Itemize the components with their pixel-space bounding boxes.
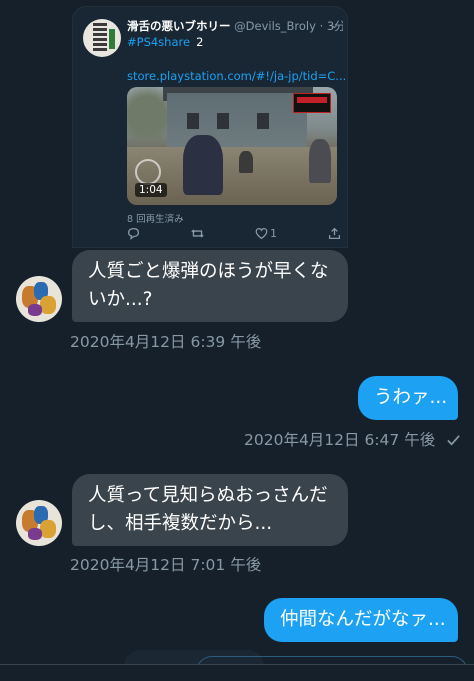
tweet-link[interactable]: store.playstation.com/#!/ja-jp/tid=C... [127, 69, 346, 83]
tweet-author-name[interactable]: 滑舌の悪いブホリー [127, 19, 231, 33]
reply-icon [127, 227, 140, 240]
avatar-artwork-accent [109, 29, 115, 49]
reply-button[interactable] [127, 227, 140, 240]
tweet-video-thumbnail[interactable]: 1:04 [127, 87, 337, 205]
like-button[interactable]: 1 [255, 227, 277, 240]
message-bubble-outgoing[interactable]: うわァ... [358, 376, 458, 420]
video-scene-window [187, 113, 199, 129]
tweet-text: #PS4share 2 [127, 35, 203, 49]
message-timestamp-row: 2020年4月12日 6:47 午後 [244, 428, 461, 451]
video-scene-hud [135, 159, 161, 185]
video-game-logo [293, 93, 331, 113]
tweet-hashtag-suffix: 2 [196, 35, 204, 49]
tweet-author-handle: @Devils_Broly [234, 19, 316, 33]
message-timestamp: 2020年4月12日 6:39 午後 [70, 333, 262, 351]
video-scene-window [257, 113, 269, 129]
video-scene-window [217, 113, 229, 129]
checkmark-icon [446, 433, 461, 451]
avatar-artwork [93, 23, 107, 53]
shared-tweet-card[interactable]: 滑舌の悪いブホリー @Devils_Broly · 3分 ⌄ #PS4share… [72, 6, 348, 248]
sender-avatar[interactable] [16, 276, 62, 322]
retweet-icon [191, 229, 204, 238]
share-icon [328, 227, 341, 240]
like-count: 1 [270, 227, 277, 240]
chevron-down-icon[interactable]: ⌄ [330, 18, 339, 31]
video-scene-player-figure [183, 135, 223, 195]
message-timestamp: 2020年4月12日 7:01 午後 [70, 556, 262, 574]
tweet-author-avatar[interactable] [83, 19, 121, 57]
message-bubble-incoming[interactable]: 人質って見知らぬおっさんだし、相手複数だから... [72, 474, 348, 546]
sender-avatar[interactable] [16, 500, 62, 546]
tweet-header: 滑舌の悪いブホリー @Devils_Broly · 3分 [127, 18, 343, 34]
video-duration: 1:04 [135, 183, 167, 197]
tweet-action-bar: 1 [127, 227, 341, 240]
bottom-divider [0, 664, 474, 681]
share-button[interactable] [328, 227, 341, 240]
tweet-view-count: 8 回再生済み [127, 214, 184, 225]
video-scene-npc-figure [309, 139, 331, 183]
message-timestamp: 2020年4月12日 6:47 午後 [244, 431, 436, 449]
heart-icon [255, 227, 268, 240]
tweet-hashtag[interactable]: #PS4share [127, 35, 190, 49]
retweet-button[interactable] [191, 227, 204, 240]
video-scene-npc-figure [239, 151, 253, 173]
message-bubble-incoming[interactable]: 人質ごと爆弾のほうが早くないか...? [72, 250, 348, 322]
message-bubble-outgoing[interactable]: 仲間なんだがなァ... [264, 598, 458, 642]
